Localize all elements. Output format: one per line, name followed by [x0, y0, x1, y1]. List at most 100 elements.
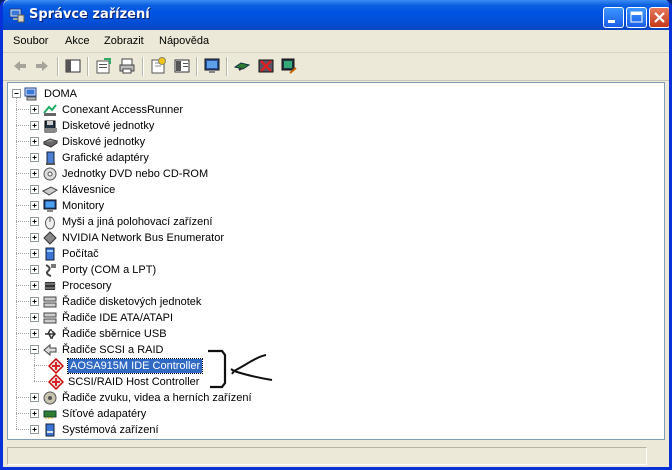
tree-connector [34, 365, 48, 366]
toolbar-separator [142, 57, 144, 76]
expand-toggle[interactable] [30, 233, 39, 242]
expand-toggle[interactable] [30, 313, 39, 322]
monitor-icon[interactable] [203, 57, 221, 75]
expand-toggle[interactable] [30, 217, 39, 226]
collapse-toggle[interactable] [30, 345, 39, 354]
tree-item-label: Jednotky DVD nebo CD-ROM [62, 168, 209, 180]
title-bar[interactable]: Správce zařízení [3, 0, 669, 30]
status-pane [7, 447, 647, 465]
back-icon[interactable] [11, 57, 29, 75]
plus-icon [32, 187, 37, 192]
tree-item-label: Řadiče IDE ATA/ATAPI [62, 312, 174, 324]
plus-icon [32, 427, 37, 432]
tree-connector [16, 429, 30, 430]
plus-icon [32, 139, 37, 144]
expand-toggle[interactable] [30, 265, 39, 274]
tree-connector [16, 301, 30, 302]
expand-toggle[interactable] [30, 329, 39, 338]
tree-connector [16, 269, 30, 270]
plus-icon [32, 235, 37, 240]
tree-connector [16, 141, 30, 142]
cdrom-icon [42, 166, 58, 182]
controller-icon [42, 294, 58, 310]
plus-icon [32, 283, 37, 288]
view-icon[interactable] [173, 57, 191, 75]
plus-icon [32, 107, 37, 112]
menu-action[interactable]: Akce [65, 35, 89, 47]
computer-icon [42, 246, 58, 262]
tree-item-label: SCSI/RAID Host Controller [68, 376, 200, 388]
diamond-icon [42, 230, 58, 246]
tree-connector [16, 317, 30, 318]
tree-item-label: Klávesnice [62, 184, 116, 196]
expand-toggle[interactable] [30, 281, 39, 290]
plus-icon [32, 315, 37, 320]
expand-toggle[interactable] [30, 185, 39, 194]
tree-connector [16, 221, 30, 222]
tree-connector [34, 354, 35, 382]
tree-item-label: Myši a jiná polohovací zařízení [62, 216, 213, 228]
help-icon[interactable] [149, 57, 167, 75]
maximize-button[interactable] [626, 7, 647, 28]
expand-toggle[interactable] [30, 409, 39, 418]
scan-hardware-icon[interactable] [233, 57, 251, 75]
tree-connector [16, 285, 30, 286]
uninstall-icon[interactable] [257, 57, 275, 75]
minimize-button[interactable] [603, 7, 624, 28]
expand-toggle[interactable] [30, 169, 39, 178]
port-icon [42, 262, 58, 278]
properties-icon[interactable] [94, 57, 112, 75]
menu-help[interactable]: Nápověda [159, 35, 209, 47]
tree-connector [16, 98, 17, 430]
plus-icon [32, 395, 37, 400]
print-icon[interactable] [118, 57, 136, 75]
tree-connector [16, 189, 30, 190]
maximize-icon [630, 11, 643, 23]
close-button[interactable] [649, 7, 669, 28]
device-manager-icon [9, 8, 25, 23]
device-tree[interactable]: DOMA Conexant AccessRunner Disketové jedno… [7, 82, 665, 440]
plus-icon [32, 123, 37, 128]
minus-icon [32, 349, 37, 350]
menu-file[interactable]: Soubor [13, 35, 48, 47]
toolbar-separator [196, 57, 198, 76]
expand-toggle[interactable] [30, 153, 39, 162]
menu-view[interactable]: Zobrazit [104, 35, 144, 47]
plus-icon [32, 251, 37, 256]
monitor-icon [42, 198, 58, 214]
tree-item-label: NVIDIA Network Bus Enumerator [62, 232, 225, 244]
tree-connector [34, 381, 48, 382]
collapse-toggle[interactable] [12, 89, 21, 98]
scsi-device-icon [47, 373, 65, 391]
annotation-bracket-arrow [208, 349, 273, 389]
keyboard-icon [42, 182, 59, 198]
expand-toggle[interactable] [30, 425, 39, 434]
expand-toggle[interactable] [30, 297, 39, 306]
expand-toggle[interactable] [30, 105, 39, 114]
mouse-icon [42, 214, 58, 230]
plus-icon [32, 411, 37, 416]
plus-icon [32, 219, 37, 224]
expand-toggle[interactable] [30, 201, 39, 210]
show-hide-tree-icon[interactable] [64, 57, 82, 75]
expand-toggle[interactable] [30, 137, 39, 146]
expand-toggle[interactable] [30, 121, 39, 130]
tree-item-label: Síťové adapatéry [62, 408, 147, 420]
floppy-icon [42, 118, 58, 134]
cpu-icon [42, 278, 58, 294]
expand-toggle[interactable] [30, 249, 39, 258]
tree-connector [16, 205, 30, 206]
tree-item-label: Disketové jednotky [62, 120, 155, 132]
controller-icon [42, 310, 58, 326]
forward-icon[interactable] [33, 57, 51, 75]
disk-icon [42, 134, 59, 150]
expand-toggle[interactable] [30, 393, 39, 402]
tree-item-label: Počítač [62, 248, 99, 260]
update-driver-icon[interactable] [280, 57, 298, 75]
root-computer-icon [24, 86, 40, 102]
tree-item-label: DOMA [44, 88, 77, 100]
plus-icon [32, 155, 37, 160]
minus-icon [14, 93, 19, 94]
tree-connector [16, 109, 30, 110]
tree-item-label: Monitory [62, 200, 105, 212]
